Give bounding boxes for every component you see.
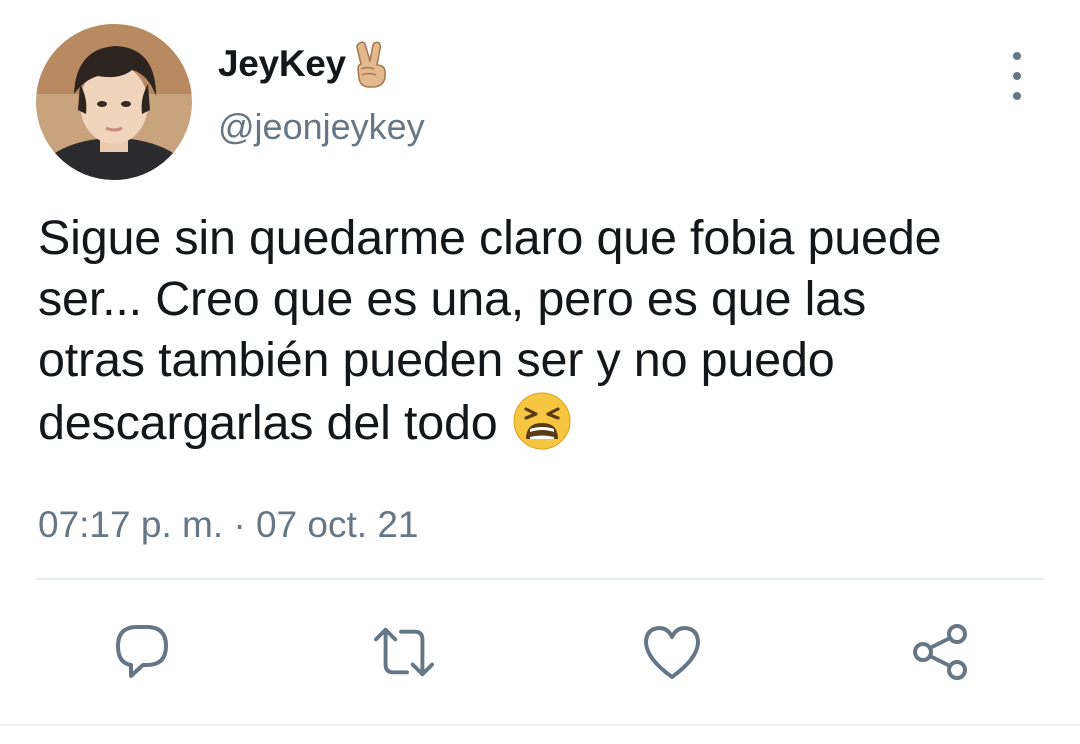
display-name[interactable]: JeyKey (218, 43, 346, 85)
tweet-card[interactable]: JeyKey @jeonjeykey Sigue sin quedarme cl… (0, 0, 1080, 744)
more-dot-icon (1013, 92, 1021, 100)
like-button[interactable] (640, 620, 704, 684)
tweet-text-line: otras también pueden ser y no puedo (38, 333, 835, 387)
tweet-timestamp[interactable]: 07:17 p. m. · 07 oct. 21 (38, 504, 419, 546)
avatar-image (36, 24, 192, 180)
more-options-button[interactable] (1000, 52, 1034, 100)
display-name-row: JeyKey (218, 36, 396, 92)
tweet-text: Sigue sin quedarme claro que fobia puede… (38, 208, 1058, 454)
tweet-text-line: Sigue sin quedarme claro que fobia puede (38, 211, 942, 265)
like-icon (644, 626, 700, 679)
tired-face-emoji-icon (512, 391, 572, 451)
bottom-divider (0, 724, 1080, 726)
retweet-button[interactable] (372, 620, 436, 684)
tweet-text-line-last: descargarlas del todo (38, 391, 1058, 454)
reply-icon (116, 625, 168, 678)
victory-hand-emoji-icon (350, 39, 396, 89)
share-button[interactable] (908, 620, 972, 684)
tweet-text-line: descargarlas del todo (38, 396, 498, 450)
share-icon (913, 624, 967, 680)
user-handle[interactable]: @jeonjeykey (218, 106, 425, 148)
reply-button[interactable] (110, 620, 174, 684)
more-dot-icon (1013, 52, 1021, 60)
divider (36, 578, 1044, 580)
avatar[interactable] (36, 24, 192, 180)
more-dot-icon (1013, 72, 1021, 80)
tweet-text-line: ser... Creo que es una, pero es que las (38, 272, 866, 326)
retweet-icon (373, 627, 435, 677)
